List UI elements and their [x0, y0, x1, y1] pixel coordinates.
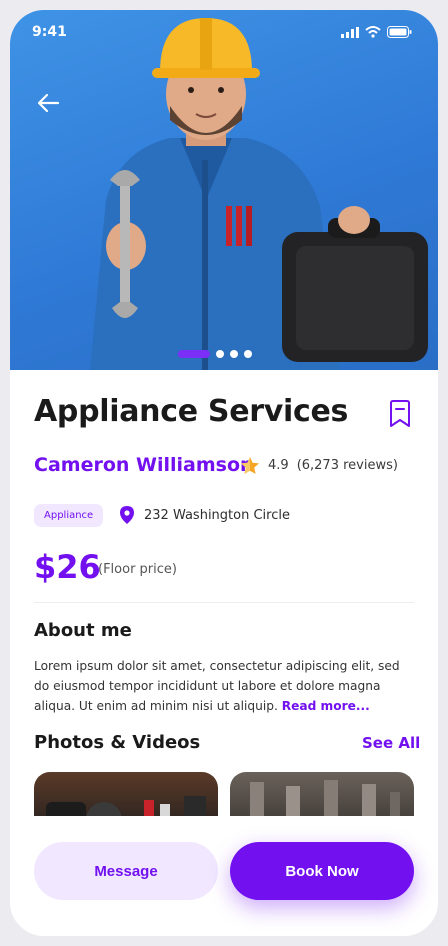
- carousel-dot[interactable]: [230, 350, 238, 358]
- hero-image[interactable]: 9:41: [10, 10, 438, 370]
- category-badge: Appliance: [34, 504, 104, 527]
- price-note: (Floor price): [98, 562, 177, 577]
- rating: 4.9 (6,273 reviews): [240, 456, 398, 475]
- app-screen: 9:41 Appliance Services Cameron Williams…: [10, 10, 438, 936]
- carousel-dot[interactable]: [216, 350, 224, 358]
- status-bar: 9:41: [10, 10, 438, 54]
- review-count: (6,273 reviews): [296, 458, 398, 473]
- wifi-icon: [365, 26, 381, 38]
- signal-icon: [341, 26, 359, 38]
- worker-photo: [90, 18, 428, 370]
- status-icons: [341, 26, 412, 38]
- carousel-dots: [178, 350, 252, 358]
- message-button[interactable]: Message: [34, 842, 218, 900]
- divider: [34, 602, 414, 603]
- back-arrow-icon[interactable]: [36, 90, 62, 116]
- location-address: 232 Washington Circle: [144, 507, 290, 523]
- see-all-link[interactable]: See All: [362, 734, 420, 752]
- rating-value: 4.9: [268, 458, 289, 473]
- location-pin-icon: [120, 506, 134, 524]
- carousel-dot-active[interactable]: [178, 350, 210, 358]
- price: $26: [34, 548, 101, 586]
- status-time: 9:41: [32, 24, 67, 40]
- bottom-action-bar: Message Book Now: [10, 816, 438, 936]
- about-title: About me: [34, 620, 132, 641]
- service-title: Appliance Services: [34, 394, 349, 429]
- provider-name[interactable]: Cameron Williamson: [34, 454, 254, 476]
- photos-title: Photos & Videos: [34, 732, 201, 753]
- bookmark-icon[interactable]: [388, 400, 412, 428]
- about-body: Lorem ipsum dolor sit amet, consectetur …: [34, 656, 414, 716]
- book-now-button[interactable]: Book Now: [230, 842, 414, 900]
- location: 232 Washington Circle: [120, 506, 290, 524]
- star-half-icon: [241, 457, 259, 474]
- read-more-link[interactable]: Read more...: [282, 699, 370, 713]
- carousel-dot[interactable]: [244, 350, 252, 358]
- battery-icon: [387, 26, 412, 38]
